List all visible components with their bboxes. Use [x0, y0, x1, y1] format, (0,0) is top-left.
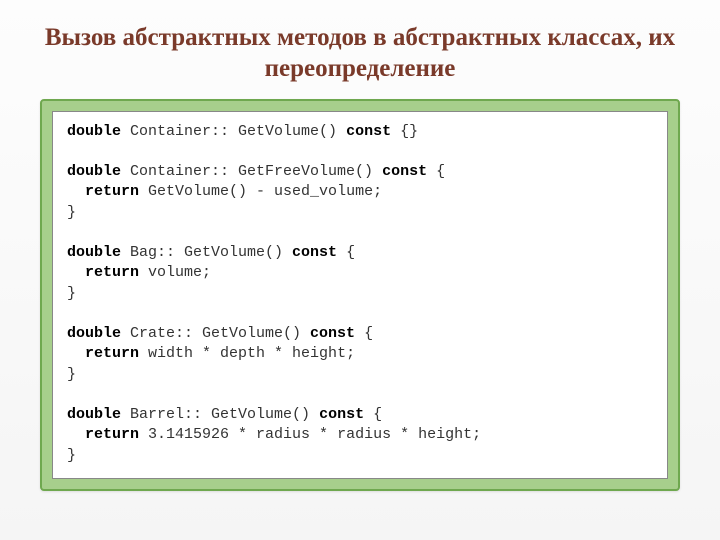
code-text: { [364, 406, 382, 423]
code-text [67, 183, 85, 200]
code-text: 3.1415926 * radius * radius * height; [139, 426, 481, 443]
keyword: return [85, 426, 139, 443]
code-text: volume; [139, 264, 211, 281]
code-text: { [337, 244, 355, 261]
code-text: Crate:: GetVolume() [121, 325, 310, 342]
code-text: Container:: GetVolume() [121, 123, 346, 140]
keyword: double [67, 163, 121, 180]
keyword: return [85, 345, 139, 362]
keyword: double [67, 244, 121, 261]
code-text: } [67, 447, 76, 464]
slide-title: Вызов абстрактных методов в абстрактных … [40, 22, 680, 85]
code-text: Container:: GetFreeVolume() [121, 163, 382, 180]
keyword: const [319, 406, 364, 423]
keyword: const [346, 123, 391, 140]
keyword: return [85, 264, 139, 281]
code-text: GetVolume() - used_volume; [139, 183, 382, 200]
code-text [67, 264, 85, 281]
code-text: {} [391, 123, 418, 140]
code-text: width * depth * height; [139, 345, 355, 362]
code-text [67, 426, 85, 443]
code-text: { [427, 163, 445, 180]
keyword: const [292, 244, 337, 261]
code-frame: double Container:: GetVolume() const {} … [40, 99, 680, 491]
code-text: } [67, 204, 76, 221]
keyword: return [85, 183, 139, 200]
keyword: double [67, 325, 121, 342]
code-text: Barrel:: GetVolume() [121, 406, 319, 423]
code-text: } [67, 366, 76, 383]
keyword: double [67, 123, 121, 140]
code-text: { [355, 325, 373, 342]
code-text: Bag:: GetVolume() [121, 244, 292, 261]
keyword: const [310, 325, 355, 342]
code-text [67, 345, 85, 362]
keyword: const [382, 163, 427, 180]
slide: Вызов абстрактных методов в абстрактных … [0, 0, 720, 540]
code-text: } [67, 285, 76, 302]
keyword: double [67, 406, 121, 423]
code-block: double Container:: GetVolume() const {} … [52, 111, 668, 479]
